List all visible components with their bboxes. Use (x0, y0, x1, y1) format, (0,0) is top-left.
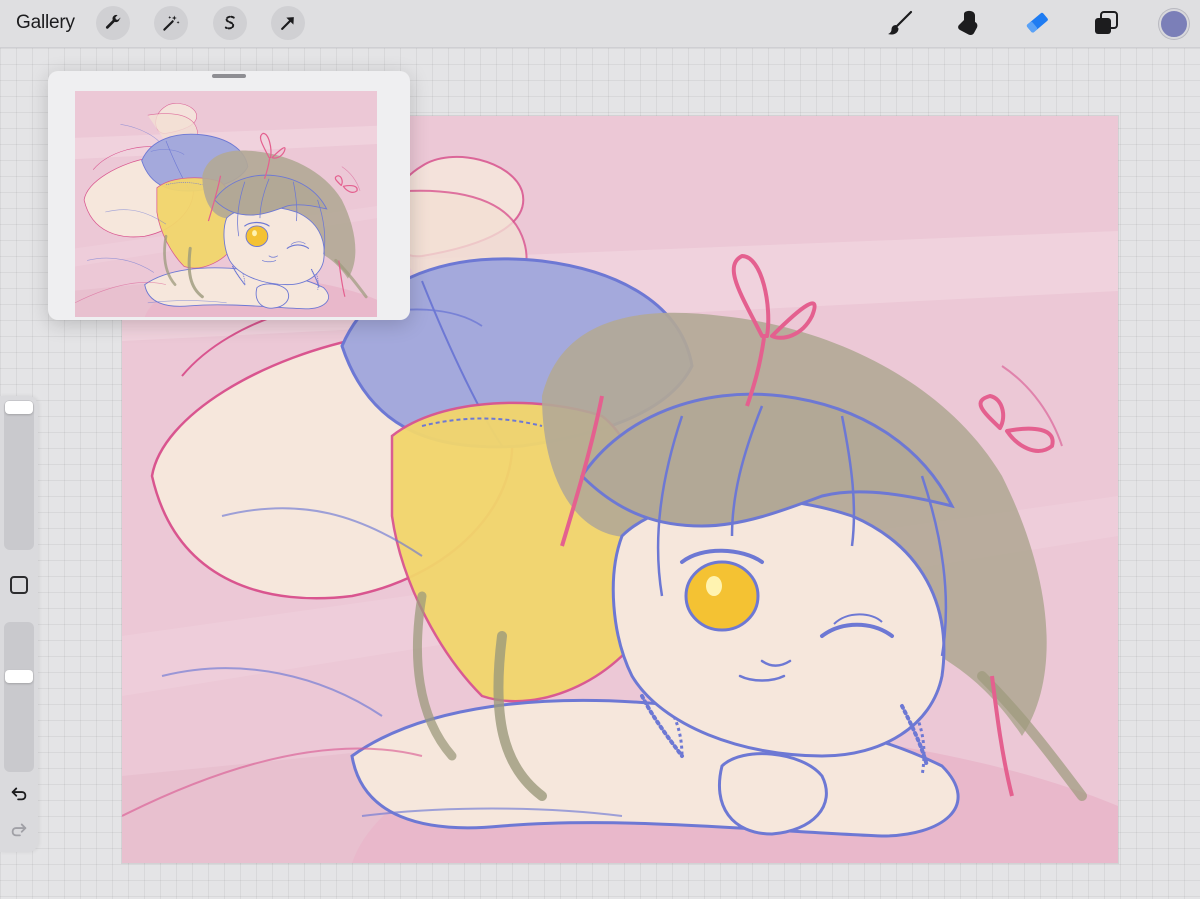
brush-size-slider[interactable] (4, 400, 34, 550)
eraser-icon (1026, 12, 1048, 33)
eraser-tool-button[interactable] (1021, 7, 1053, 39)
opacity-slider[interactable] (4, 622, 34, 772)
brush-icon (888, 10, 913, 35)
transform-button[interactable] (271, 6, 305, 40)
selection-button[interactable] (213, 6, 247, 40)
gallery-button[interactable]: Gallery (16, 12, 75, 34)
actions-button[interactable] (96, 6, 130, 40)
transform-arrow-icon (281, 17, 294, 30)
left-sidebar (0, 396, 38, 852)
brush-size-thumb[interactable] (5, 401, 33, 414)
smudge-tool-button[interactable] (952, 7, 984, 39)
modify-square-icon[interactable] (10, 576, 28, 594)
redo-icon[interactable] (8, 818, 30, 840)
reference-thumbnail (75, 91, 377, 317)
layers-icon (1095, 11, 1118, 34)
wrench-icon (105, 14, 121, 29)
smudge-icon (958, 10, 978, 36)
top-toolbar: Gallery (0, 0, 1200, 48)
magic-wand-icon (163, 15, 180, 31)
reference-window[interactable] (48, 71, 410, 320)
reference-drag-handle[interactable] (212, 74, 246, 78)
adjustments-button[interactable] (154, 6, 188, 40)
opacity-thumb[interactable] (5, 670, 33, 684)
brush-tool-button[interactable] (884, 7, 916, 39)
layers-button[interactable] (1090, 7, 1122, 39)
undo-icon[interactable] (8, 782, 30, 804)
selection-s-icon (224, 15, 235, 30)
reference-image (75, 91, 377, 317)
color-picker-button[interactable] (1159, 9, 1189, 39)
